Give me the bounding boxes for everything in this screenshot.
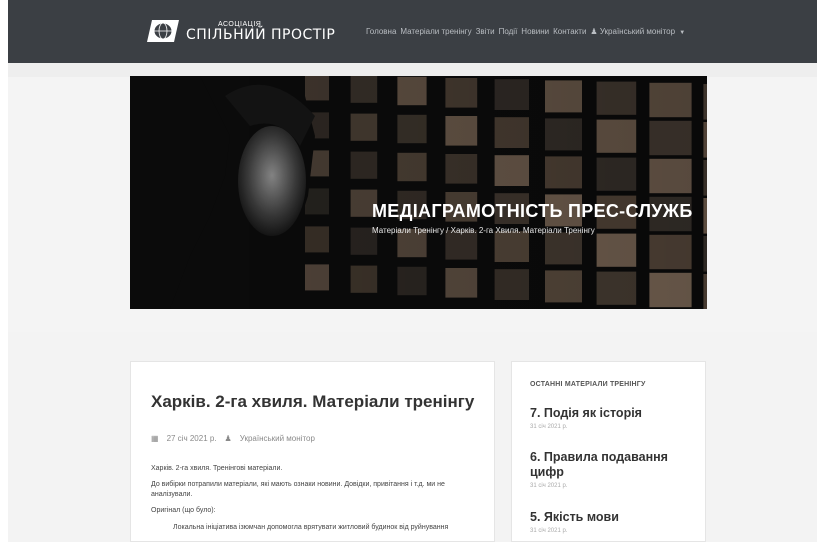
site-logo[interactable]: АСОЦІАЦІЯ СПІЛЬНИЙ ПРОСТІР — [146, 14, 335, 48]
nav-item-materials[interactable]: Матеріали тренінгу — [400, 27, 471, 36]
nav-item-news[interactable]: Новини — [521, 27, 549, 36]
recent-materials-widget: ОСТАННІ МАТЕРІАЛИ ТРЕНІНГУ 7. Подія як і… — [511, 361, 706, 542]
article-paragraph: Локальна ініціатива ізюмчан допомогла вр… — [173, 523, 449, 531]
sidebar-post-date: 31 січ 2021 р. — [530, 483, 568, 489]
nav-item-home[interactable]: Головна — [366, 27, 396, 36]
article-paragraph: Харків. 2-га хвиля. Тренінгові матеріали… — [151, 465, 283, 472]
widget-heading: ОСТАННІ МАТЕРІАЛИ ТРЕНІНГУ — [530, 381, 646, 388]
article-meta: ▦ 27 січ 2021 р. ♟ Український монітор — [151, 434, 315, 443]
logo-title: СПІЛЬНИЙ ПРОСТІР — [186, 26, 336, 43]
top-navbar: АСОЦІАЦІЯ СПІЛЬНИЙ ПРОСТІР Головна Матер… — [8, 0, 817, 63]
nav-item-contacts[interactable]: Контакти — [553, 27, 586, 36]
hero-title: МЕДІАГРАМОТНІСТЬ ПРЕС-СЛУЖБ — [372, 201, 693, 221]
logo-globe-icon — [146, 18, 180, 44]
article-card: Харків. 2-га хвиля. Матеріали тренінгу ▦… — [130, 361, 495, 542]
sidebar-post-date: 31 січ 2021 р. — [530, 528, 568, 534]
user-icon: ♟ — [224, 434, 232, 443]
article-title: Харків. 2-га хвиля. Матеріали тренінгу — [151, 392, 475, 411]
sidebar-post[interactable]: 6. Правила подавання цифр 31 січ 2021 р. — [530, 450, 695, 489]
article-date: 27 січ 2021 р. — [166, 434, 217, 443]
sidebar-post-title[interactable]: 5. Якість мови — [530, 510, 695, 525]
calendar-icon: ▦ — [151, 434, 159, 443]
hero-image — [130, 76, 707, 309]
nav-user-label: Український монітор — [599, 27, 676, 36]
main-nav: Головна Матеріали тренінгу Звіти Події Н… — [366, 27, 685, 36]
nav-item-reports[interactable]: Звіти — [476, 27, 495, 36]
sidebar-post[interactable]: 5. Якість мови 31 січ 2021 р. — [530, 510, 695, 534]
sidebar-post[interactable]: 7. Подія як історія 31 січ 2021 р. — [530, 406, 695, 430]
nav-item-events[interactable]: Події — [499, 27, 518, 36]
sidebar-post-date: 31 січ 2021 р. — [530, 424, 568, 430]
nav-user-menu[interactable]: ♟ Український монітор ▼ — [590, 27, 685, 36]
article-paragraph: Оригінал (що було): — [151, 507, 216, 515]
breadcrumb[interactable]: Матеріали Тренінгу / Харків. 2-га Хвиля.… — [372, 226, 595, 235]
sidebar-post-title[interactable]: 7. Подія як історія — [530, 406, 695, 421]
article-body: Харків. 2-га хвиля. Тренінгові матеріали… — [151, 464, 481, 539]
sidebar-post-title[interactable]: 6. Правила подавання цифр — [530, 450, 695, 480]
user-icon: ♟ — [590, 27, 598, 36]
article-paragraph: До вибірки потрапили матеріали, які мают… — [151, 481, 445, 499]
caret-down-icon: ▼ — [679, 30, 686, 36]
hero-banner — [130, 76, 707, 309]
article-author[interactable]: Український монітор — [240, 434, 315, 443]
